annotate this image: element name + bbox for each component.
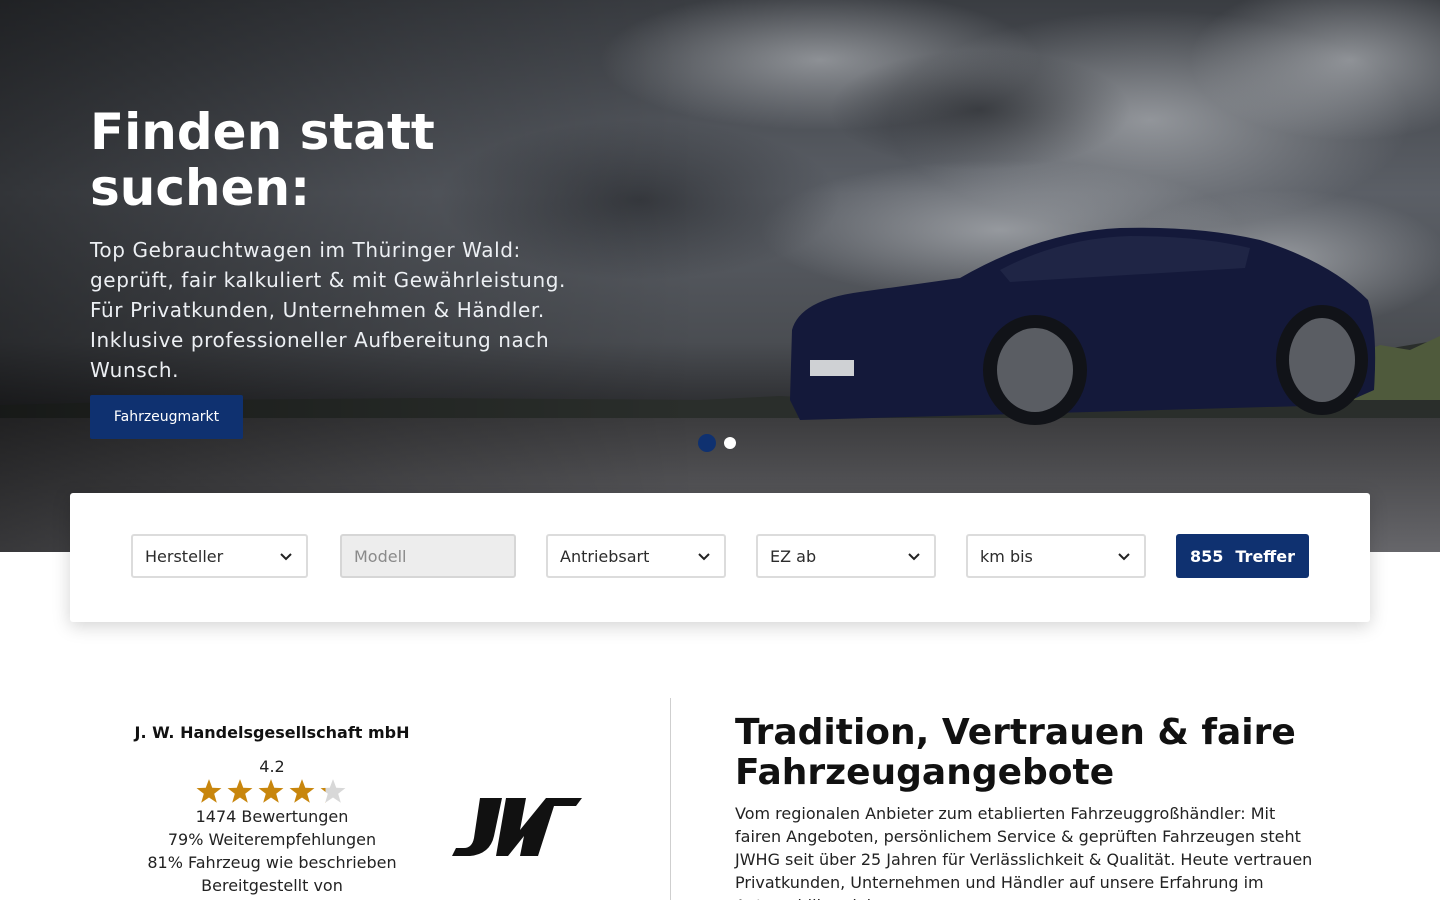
- results-label: Treffer: [1235, 546, 1295, 566]
- jw-logo: [452, 798, 582, 856]
- star-icon: [227, 779, 253, 803]
- rating-stars: [195, 778, 347, 804]
- results-count: 855: [1189, 546, 1224, 566]
- carousel-indicators: [698, 434, 736, 452]
- as-described-rate: 81% Fahrzeug wie beschrieben: [147, 853, 397, 872]
- recommendation-rate: 79% Weiterempfehlungen: [167, 830, 377, 849]
- company-name: J. W. Handelsgesellschaft mbH: [134, 723, 410, 742]
- drive-type-select-label: Antriebsart: [560, 546, 650, 566]
- hero-subtitle: Top Gebrauchtwagen im Thüringer Wald: ge…: [90, 238, 566, 382]
- drive-type-select[interactable]: Antriebsart: [546, 534, 726, 578]
- chevron-down-icon: [698, 553, 710, 561]
- model-select[interactable]: Modell: [340, 534, 516, 578]
- show-results-button[interactable]: 855 Treffer: [1176, 534, 1309, 578]
- star-icon: [258, 779, 284, 803]
- carousel-dot-2[interactable]: [724, 437, 736, 449]
- hero-banner: Finden statt suchen: Top Gebrauchtwagen …: [0, 0, 1440, 552]
- section-divider: [670, 698, 671, 900]
- registration-from-select[interactable]: EZ ab: [756, 534, 936, 578]
- star-empty-icon: [320, 779, 346, 803]
- vehicle-market-button[interactable]: Fahrzeugmarkt: [90, 395, 243, 439]
- registration-from-select-label: EZ ab: [770, 546, 817, 566]
- rating-value: 4.2: [259, 757, 285, 776]
- carousel-dot-1[interactable]: [698, 434, 716, 452]
- chevron-down-icon: [1118, 553, 1130, 561]
- hero-title: Finden statt suchen:: [90, 103, 435, 217]
- manufacturer-select-label: Hersteller: [145, 546, 224, 566]
- vehicle-search-panel: Hersteller Modell Antriebsart EZ ab km b…: [70, 493, 1370, 622]
- mileage-to-select-label: km bis: [980, 546, 1033, 566]
- chevron-down-icon: [280, 553, 292, 561]
- model-select-label: Modell: [354, 546, 407, 566]
- about-title: Tradition, Vertrauen & faire Fahrzeugang…: [735, 712, 1296, 793]
- chevron-down-icon: [908, 553, 920, 561]
- star-icon: [196, 779, 222, 803]
- about-text: Vom regionalen Anbieter zum etablierten …: [735, 804, 1313, 900]
- review-count: 1474 Bewertungen: [195, 807, 349, 826]
- provided-by-label: Bereitgestellt von: [201, 876, 343, 895]
- star-icon: [289, 779, 315, 803]
- mileage-to-select[interactable]: km bis: [966, 534, 1146, 578]
- manufacturer-select[interactable]: Hersteller: [131, 534, 308, 578]
